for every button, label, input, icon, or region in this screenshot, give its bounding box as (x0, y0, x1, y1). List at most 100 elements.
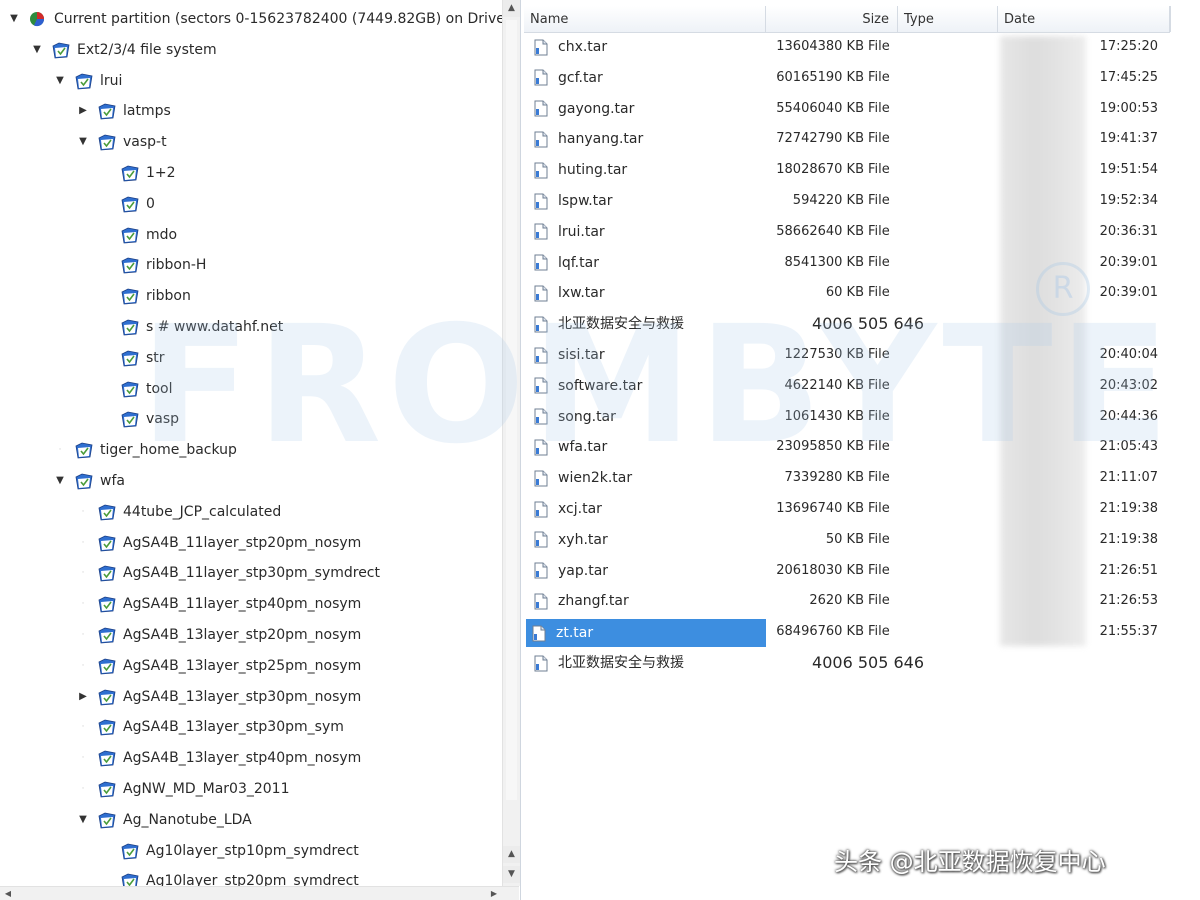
collapse-arrow-right-icon[interactable]: ▶ (77, 98, 89, 124)
column-header-date[interactable]: Date (998, 6, 1170, 32)
header-divider (1170, 6, 1171, 32)
expand-arrow-down-icon[interactable]: ▼ (8, 6, 20, 32)
file-name-cell[interactable]: software.tar (528, 371, 764, 401)
file-list-pane: Name Size Type Date chx.tar 13604380 KB Fi… (524, 0, 1200, 900)
column-header-size[interactable]: Size (766, 6, 898, 32)
tree-node[interactable]: · 44tube_JCP_calculated (77, 499, 281, 525)
filesystem-icon (51, 41, 71, 59)
file-type: File (868, 377, 890, 393)
file-type: File (868, 193, 890, 208)
tree-node-label: ribbon (146, 288, 191, 305)
file-name: gayong.tar (558, 100, 635, 117)
tree-node[interactable]: ▼ Ag_Nanotube_LDA (77, 807, 252, 833)
tree-node[interactable]: str (100, 345, 165, 371)
tree-node[interactable]: ▼ lrui (54, 68, 122, 94)
file-name-cell[interactable]: lxw.tar (528, 278, 764, 308)
tree-horizontal-scrollbar[interactable]: ◀ ▶ (0, 886, 519, 900)
file-name-cell[interactable]: 北亚数据安全与救援 (528, 309, 764, 339)
file-name: gcf.tar (558, 69, 603, 86)
tree-node[interactable]: 1+2 (100, 160, 176, 186)
tree-node[interactable]: · AgSA4B_13layer_stp25pm_nosym (77, 653, 361, 679)
tree-node[interactable]: ribbon (100, 283, 191, 309)
folder-icon (97, 102, 117, 120)
file-name-cell[interactable]: xyh.tar (528, 525, 764, 555)
file-name: wfa.tar (558, 439, 608, 456)
expand-arrow-down-icon[interactable]: ▼ (31, 37, 43, 63)
file-name-cell[interactable]: zt.tar (526, 619, 766, 648)
file-icon (534, 439, 548, 456)
scroll-left-arrow-icon[interactable]: ◀ (0, 887, 16, 900)
file-icon (534, 377, 548, 394)
file-name-cell[interactable]: lrui.tar (528, 217, 764, 247)
file-name-cell[interactable]: 北亚数据安全与救援 (528, 648, 764, 678)
folder-icon (74, 472, 94, 490)
tree-node[interactable]: 0 (100, 191, 155, 217)
tree-node[interactable]: · AgSA4B_13layer_stp30pm_sym (77, 714, 344, 740)
scroll-thumb[interactable] (506, 20, 517, 800)
tree-node[interactable]: · AgSA4B_11layer_stp20pm_nosym (77, 530, 361, 556)
tree-node[interactable]: ▼ Ext2/3/4 file system (31, 37, 217, 63)
tree-node[interactable]: ▼ Current partition (sectors 0-1562378240… (8, 6, 502, 32)
expand-arrow-down-icon[interactable]: ▼ (54, 468, 66, 494)
file-name-cell[interactable]: huting.tar (528, 155, 764, 185)
folder-icon (97, 688, 117, 706)
file-name-cell[interactable]: sisi.tar (528, 340, 764, 370)
folder-icon (97, 657, 117, 675)
file-type: File (868, 100, 890, 116)
folder-icon (97, 749, 117, 767)
promo-row[interactable]: 北亚数据安全与救援 4006 505 646 (524, 648, 1170, 678)
tree-node-label: AgSA4B_13layer_stp25pm_nosym (123, 657, 362, 674)
tree-node[interactable]: · tiger_home_backup (54, 437, 237, 463)
expand-arrow-down-icon[interactable]: ▼ (77, 129, 89, 155)
file-name-cell[interactable]: yap.tar (528, 556, 764, 586)
tree-node[interactable]: tool (100, 376, 173, 402)
tree-node[interactable]: Ag10layer_stp10pm_symdrect (100, 838, 359, 864)
tree-node[interactable]: vasp (100, 406, 179, 432)
tree-node[interactable]: · AgSA4B_13layer_stp20pm_nosym (77, 622, 361, 648)
file-type: File (868, 408, 890, 424)
tree-node[interactable]: ▼ vasp-t (77, 129, 167, 155)
file-name-cell[interactable]: hanyang.tar (528, 124, 764, 154)
scroll-down-arrow-icon[interactable]: ▼ (503, 866, 520, 883)
file-size: 60165190 KB (776, 69, 864, 85)
file-type: File (868, 131, 890, 147)
tree-node[interactable]: ribbon-H (100, 252, 206, 278)
tree-node-label: AgSA4B_11layer_stp30pm_symdrect (123, 565, 380, 582)
collapse-arrow-right-icon[interactable]: ▶ (77, 684, 89, 710)
tree-dot-icon: · (81, 630, 85, 640)
tree-node[interactable]: ▶ latmps (77, 98, 171, 124)
file-name-cell[interactable]: wfa.tar (528, 432, 764, 462)
file-name-cell[interactable]: zhangf.tar (528, 586, 764, 616)
tree-vertical-scrollbar[interactable]: ▲ ▲ ▼ (502, 0, 520, 886)
scroll-right-arrow-icon[interactable]: ▶ (486, 887, 502, 900)
expand-arrow-down-icon[interactable]: ▼ (54, 68, 66, 94)
tree-dot-icon: · (81, 722, 85, 733)
file-type: File (868, 562, 890, 578)
tree-node[interactable]: ▼ wfa (54, 468, 125, 494)
scroll-up-arrow-icon[interactable]: ▲ (503, 846, 520, 863)
file-name-cell[interactable]: wien2k.tar (528, 463, 764, 493)
column-header-type[interactable]: Type (898, 6, 998, 32)
tree-node[interactable]: Ag10layer_stp20pm_symdrect (100, 868, 359, 886)
tree-node-label: vasp (146, 411, 180, 428)
file-size: 4006 505 646 (812, 653, 924, 672)
tree-dot-icon: · (81, 506, 85, 517)
column-header-name[interactable]: Name (524, 6, 766, 32)
tree-node[interactable]: · AgNW_MD_Mar03_2011 (77, 776, 290, 802)
file-name-cell[interactable]: chx.tar (528, 32, 764, 62)
file-name-cell[interactable]: lqf.tar (528, 248, 764, 278)
expand-arrow-down-icon[interactable]: ▼ (77, 807, 89, 833)
tree-node[interactable]: s # www.datahf.net (100, 314, 283, 340)
file-size: 68496760 KB (776, 624, 864, 640)
tree-node[interactable]: mdo (100, 222, 177, 248)
tree-node[interactable]: · AgSA4B_11layer_stp30pm_symdrect (77, 560, 380, 586)
file-name-cell[interactable]: gayong.tar (528, 94, 764, 124)
scroll-up-arrow-icon[interactable]: ▲ (503, 0, 520, 17)
tree-node[interactable]: · AgSA4B_11layer_stp40pm_nosym (77, 591, 361, 617)
file-name-cell[interactable]: song.tar (528, 402, 764, 432)
tree-node[interactable]: · AgSA4B_13layer_stp40pm_nosym (77, 745, 361, 771)
tree-node[interactable]: ▶ AgSA4B_13layer_stp30pm_nosym (77, 684, 361, 710)
file-name-cell[interactable]: lspw.tar (528, 186, 764, 216)
file-name-cell[interactable]: xcj.tar (528, 494, 764, 524)
file-name-cell[interactable]: gcf.tar (528, 63, 764, 93)
